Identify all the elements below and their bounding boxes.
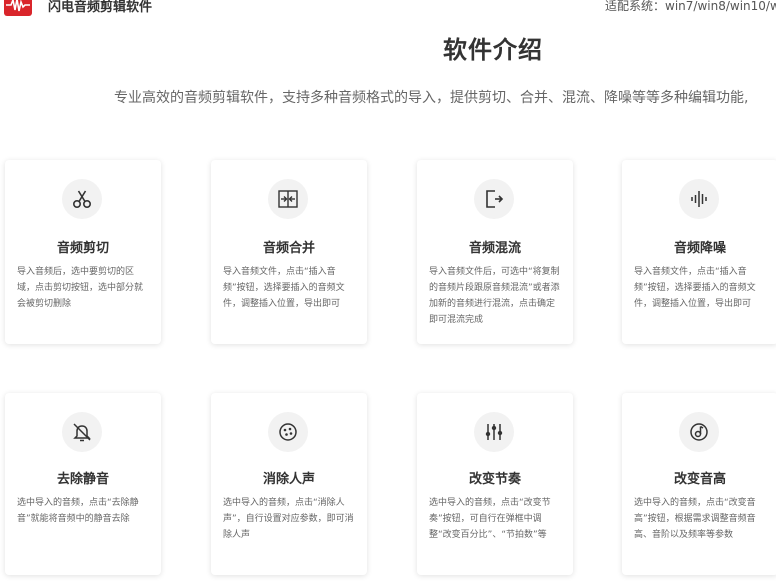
feature-title: 音频合并 xyxy=(262,241,315,256)
feature-card-change-pitch[interactable]: 改变音高 选中导入的音频，点击“改变音高”按钮，根据需求调整音频音高、音阶以及频… xyxy=(622,393,776,575)
feature-description: 导入音频文件后，可选中“将复制的音频片段跟原音频混流”或者添加新的音频进行混流，… xyxy=(429,267,560,325)
feature-card-change-tempo[interactable]: 改变节奏 选中导入的音频，点击“改变节奏”按钮，可自行在弹框中调整“改变百分比”… xyxy=(417,393,573,575)
feature-title: 改变节奏 xyxy=(468,472,521,487)
feature-description: 选中导入的音频，点击“消除人声”，自行设置对应参数，即可消除人声 xyxy=(223,498,354,540)
feature-description: 选中导入的音频，点击“去除静音”就能将音频中的静音去除 xyxy=(17,498,139,524)
section-description: 专业高效的音频剪辑软件，支持多种音频格式的导入，提供剪切、合并、混流、降噪等等多… xyxy=(114,90,749,106)
feature-title: 去除静音 xyxy=(56,472,109,487)
feature-description: 导入音频后，选中要剪切的区域，点击剪切按钮，选中部分就会被剪切删除 xyxy=(17,267,144,309)
feature-description: 导入音频文件，点击“插入音频”按钮，选择要插入的音频文件，调整插入位置，导出即可 xyxy=(223,267,345,309)
scissors-icon xyxy=(62,179,102,219)
feature-card-cut[interactable]: 音频剪切 导入音频后，选中要剪切的区域，点击剪切按钮，选中部分就会被剪切删除 xyxy=(5,160,161,344)
app-name[interactable]: 闪电音频剪辑软件 xyxy=(48,0,152,15)
feature-description: 导入音频文件，点击“插入音频”按钮，选择要插入的音频文件，调整插入位置，导出即可 xyxy=(634,267,756,309)
app-logo[interactable] xyxy=(4,0,32,16)
system-compatibility-text: 适配系统：win7/win8/win10/win11 xyxy=(605,0,776,13)
mix-icon xyxy=(474,179,514,219)
voice-remove-icon xyxy=(268,412,308,452)
feature-description: 选中导入的音频，点击“改变节奏”按钮，可自行在弹框中调整“改变百分比”、“节拍数… xyxy=(429,498,551,540)
feature-card-merge[interactable]: 音频合并 导入音频文件，点击“插入音频”按钮，选择要插入的音频文件，调整插入位置… xyxy=(211,160,367,344)
waveform-logo-icon xyxy=(6,0,30,12)
equalizer-icon xyxy=(474,412,514,452)
music-disc-icon xyxy=(679,412,719,452)
feature-title: 改变音高 xyxy=(673,472,726,487)
merge-icon xyxy=(268,179,308,219)
feature-card-denoise[interactable]: 音频降噪 导入音频文件，点击“插入音频”按钮，选择要插入的音频文件，调整插入位置… xyxy=(622,160,776,344)
section-title: 软件介绍 xyxy=(443,36,543,64)
top-bar: 闪电音频剪辑软件 适配系统：win7/win8/win10/win11 xyxy=(0,0,776,20)
feature-card-mix[interactable]: 音频混流 导入音频文件后，可选中“将复制的音频片段跟原音频混流”或者添加新的音频… xyxy=(417,160,573,344)
waveform-icon xyxy=(679,179,719,219)
feature-card-remove-vocals[interactable]: 消除人声 选中导入的音频，点击“消除人声”，自行设置对应参数，即可消除人声 xyxy=(211,393,367,575)
feature-title: 音频剪切 xyxy=(56,241,109,256)
feature-title: 音频混流 xyxy=(468,241,521,256)
feature-description: 选中导入的音频，点击“改变音高”按钮，根据需求调整音频音高、音阶以及频率等参数 xyxy=(634,498,756,540)
feature-card-remove-silence[interactable]: 去除静音 选中导入的音频，点击“去除静音”就能将音频中的静音去除 xyxy=(5,393,161,575)
mute-bell-icon xyxy=(62,412,102,452)
feature-title: 音频降噪 xyxy=(673,241,726,256)
feature-title: 消除人声 xyxy=(262,472,315,487)
